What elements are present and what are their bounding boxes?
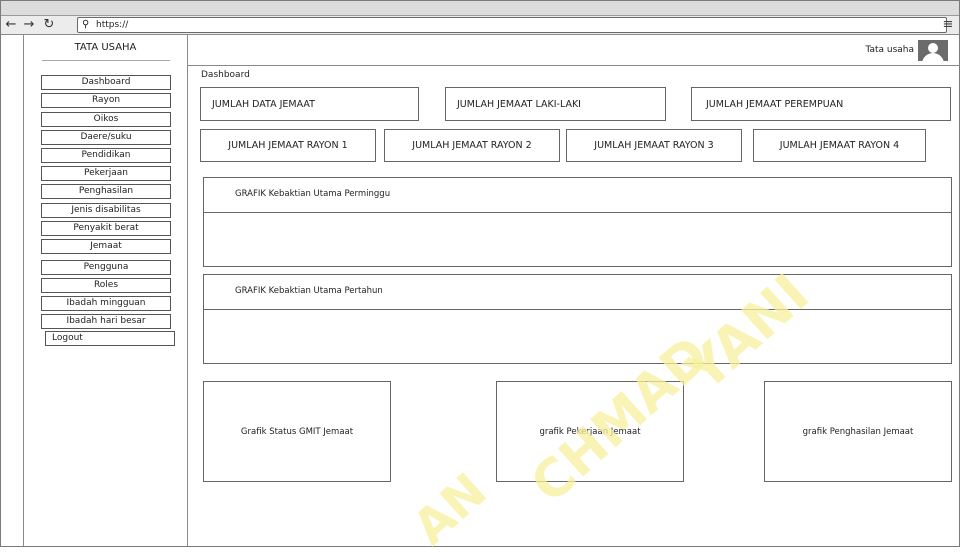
sidebar-title: TATA USAHA — [74, 42, 137, 53]
sidebar-item-pendidikan[interactable]: Pendidikan — [41, 148, 171, 163]
reload-icon[interactable]: ↻ — [41, 17, 57, 33]
sidebar-item-pengguna[interactable]: Pengguna — [41, 260, 171, 275]
sidebar-divider — [42, 60, 170, 61]
magnifier-icon: ⚲ — [82, 19, 90, 30]
sidebar-item-ibadah-hari-besar[interactable]: Ibadah hari besar — [41, 314, 171, 329]
card-total-jemaat: JUMLAH DATA JEMAAT — [200, 87, 419, 121]
window-titlebar — [1, 1, 959, 16]
card-rayon-1: JUMLAH JEMAAT RAYON 1 — [200, 129, 376, 162]
hamburger-menu-icon[interactable]: ≡ — [941, 17, 955, 33]
panel-kebaktian-pertahun: GRAFIK Kebaktian Utama Pertahun — [203, 274, 952, 364]
panel-header: GRAFIK Kebaktian Utama Pertahun — [204, 275, 951, 310]
panel-title: GRAFIK Kebaktian Utama Perminggu — [235, 189, 391, 199]
sidebar-item-rayon[interactable]: Rayon — [41, 93, 171, 108]
panel-kebaktian-perminggu: GRAFIK Kebaktian Utama Perminggu — [203, 177, 952, 267]
card-rayon-3: JUMLAH JEMAAT RAYON 3 — [566, 129, 742, 162]
address-text: https:// — [96, 20, 129, 30]
sidebar-item-daere-suku[interactable]: Daere/suku — [41, 130, 171, 145]
chart-pekerjaan: grafik Pekerjaan Jemaat — [496, 381, 684, 482]
sidebar-item-pekerjaan[interactable]: Pekerjaan — [41, 166, 171, 181]
card-rayon-2: JUMLAH JEMAAT RAYON 2 — [384, 129, 560, 162]
page-title: Dashboard — [201, 70, 250, 80]
sidebar: TATA USAHA Dashboard Rayon Oikos Daere/s… — [24, 35, 188, 546]
sidebar-item-penghasilan[interactable]: Penghasilan — [41, 184, 171, 199]
card-rayon-4: JUMLAH JEMAAT RAYON 4 — [753, 129, 926, 162]
sidebar-item-roles[interactable]: Roles — [41, 278, 171, 293]
user-avatar-icon[interactable] — [918, 40, 948, 61]
logout-button[interactable]: Logout — [45, 331, 175, 346]
panel-title: GRAFIK Kebaktian Utama Pertahun — [235, 286, 383, 296]
card-jemaat-laki-laki: JUMLAH JEMAAT LAKI-LAKI — [445, 87, 666, 121]
browser-toolbar: ← → ↻ ⚲ https:// ≡ — [1, 16, 959, 35]
card-jemaat-perempuan: JUMLAH JEMAAT PEREMPUAN — [691, 87, 951, 121]
sidebar-item-jenis-disabilitas[interactable]: Jenis disabilitas — [41, 203, 171, 218]
address-bar[interactable]: ⚲ https:// — [77, 17, 947, 33]
sidebar-item-penyakit-berat[interactable]: Penyakit berat — [41, 221, 171, 236]
sidebar-item-dashboard[interactable]: Dashboard — [41, 75, 171, 90]
chart-status-gmit: Grafik Status GMIT Jemaat — [203, 381, 391, 482]
user-role-label: Tata usaha — [865, 45, 914, 55]
panel-header: GRAFIK Kebaktian Utama Perminggu — [204, 178, 951, 213]
arrow-left-icon[interactable]: ← — [3, 17, 19, 33]
top-header: Tata usaha — [188, 35, 960, 66]
sidebar-item-jemaat[interactable]: Jemaat — [41, 239, 171, 254]
sidebar-item-ibadah-mingguan[interactable]: Ibadah mingguan — [41, 296, 171, 311]
sidebar-item-oikos[interactable]: Oikos — [41, 112, 171, 127]
arrow-right-icon[interactable]: → — [21, 17, 37, 33]
chart-penghasilan: grafik Penghasilan Jemaat — [764, 381, 952, 482]
